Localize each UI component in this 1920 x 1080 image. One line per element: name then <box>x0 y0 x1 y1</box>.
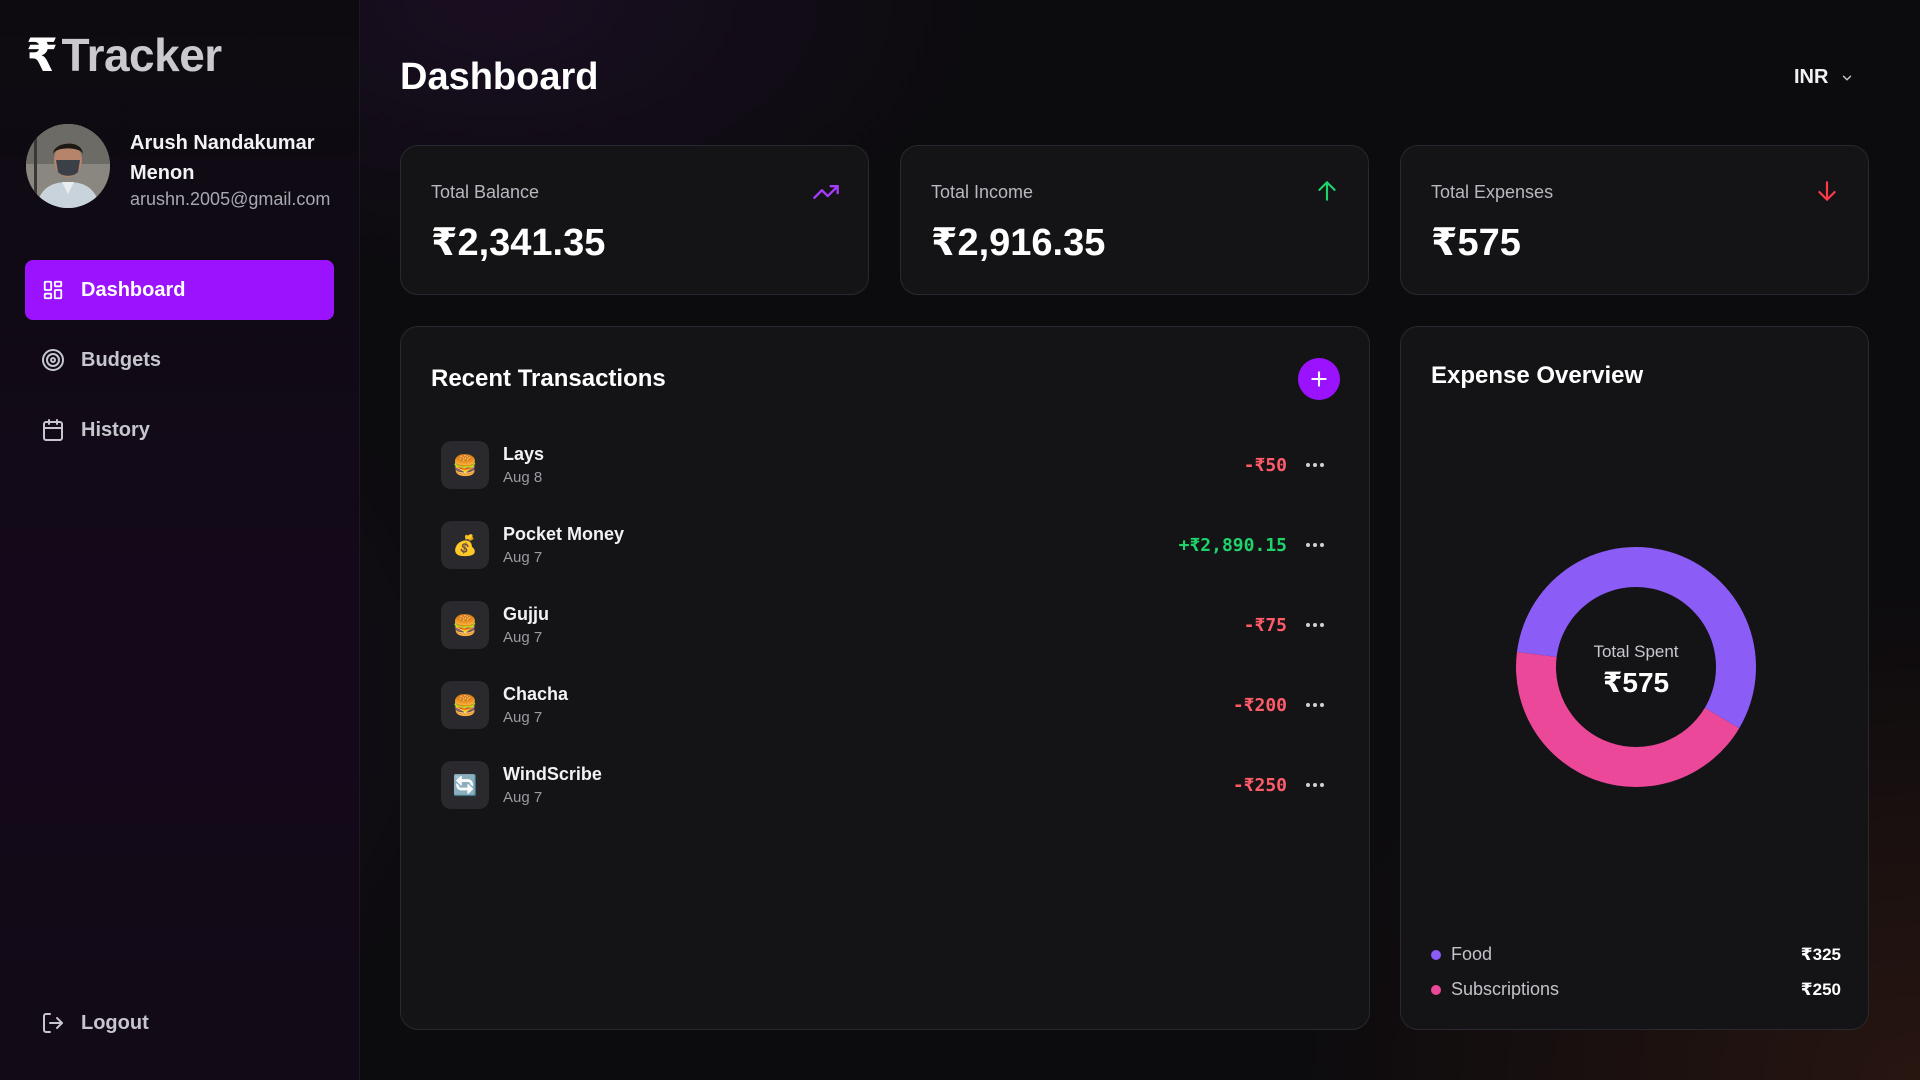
total-income-card: Total Income ₹2,916.35 <box>900 145 1369 295</box>
stat-label: Total Expenses <box>1431 182 1554 202</box>
dashboard-grid-icon <box>41 278 65 302</box>
user-profile: Arush Nandakumar Menon arushn.2005@gmail… <box>26 124 330 210</box>
sidebar-item-label: Dashboard <box>81 278 186 301</box>
stat-label: Total Balance <box>431 182 540 202</box>
sidebar-nav: Dashboard Budgets History <box>25 260 334 470</box>
more-options-icon[interactable] <box>1303 693 1327 717</box>
legend-label: Food <box>1451 944 1493 964</box>
transaction-row[interactable]: 🔄 WindScribe Aug 7 -₹250 <box>441 745 1341 825</box>
transaction-date: Aug 7 <box>503 549 543 566</box>
transaction-date: Aug 7 <box>503 789 543 806</box>
legend-dot <box>1431 949 1441 960</box>
logo-text: Tracker <box>61 29 223 81</box>
transaction-amount: -₹50 <box>1243 454 1287 476</box>
legend-item-subscriptions: Subscriptions ₹250 <box>1431 972 1841 1007</box>
donut-center-label: Total Spent <box>1593 642 1679 661</box>
transaction-row[interactable]: 🍔 Chacha Aug 7 -₹200 <box>441 665 1341 745</box>
more-options-icon[interactable] <box>1303 453 1327 477</box>
section-title: Recent Transactions <box>431 365 666 392</box>
legend-value: ₹325 <box>1800 944 1841 964</box>
app-logo[interactable]: ₹Tracker <box>26 28 222 82</box>
total-expenses-card: Total Expenses ₹575 <box>1400 145 1869 295</box>
transaction-row[interactable]: 🍔 Gujju Aug 7 -₹75 <box>441 585 1341 665</box>
logout-label: Logout <box>81 1011 149 1034</box>
transaction-row[interactable]: 💰 Pocket Money Aug 7 +₹2,890.15 <box>441 505 1341 585</box>
stat-label: Total Income <box>931 182 1034 202</box>
transaction-name: WindScribe <box>503 764 602 784</box>
sidebar-item-label: History <box>81 418 150 441</box>
transaction-date: Aug 8 <box>503 469 543 486</box>
avatar[interactable] <box>26 124 110 208</box>
transaction-amount: -₹250 <box>1232 774 1287 796</box>
legend-item-food: Food ₹325 <box>1431 937 1841 972</box>
transaction-name: Gujju <box>503 604 549 624</box>
donut-center: Total Spent ₹575 <box>1511 542 1761 792</box>
currency-value: INR <box>1794 66 1829 88</box>
more-options-icon[interactable] <box>1303 613 1327 637</box>
transaction-list: 🍔 Lays Aug 8 -₹50 💰 Pocket Money Aug 7 +… <box>441 425 1341 825</box>
transaction-amount: -₹75 <box>1243 614 1287 636</box>
logo-rupee-icon: ₹ <box>26 29 58 81</box>
sidebar: ₹Tracker Arush Nandakumar Menon arushn.2… <box>0 0 360 1080</box>
food-icon: 🍔 <box>441 441 489 489</box>
stat-value: ₹2,916.35 <box>931 222 1106 264</box>
transaction-row[interactable]: 🍔 Lays Aug 8 -₹50 <box>441 425 1341 505</box>
transaction-name: Chacha <box>503 684 569 704</box>
total-balance-card: Total Balance ₹2,341.35 <box>400 145 869 295</box>
legend-label: Subscriptions <box>1451 979 1560 999</box>
trending-up-icon <box>812 178 840 211</box>
sidebar-item-label: Budgets <box>81 348 161 371</box>
more-options-icon[interactable] <box>1303 773 1327 797</box>
sidebar-item-history[interactable]: History <box>25 400 334 460</box>
recent-transactions-card: Recent Transactions 🍔 Lays Aug 8 -₹50 💰 … <box>400 326 1370 1030</box>
sidebar-item-dashboard[interactable]: Dashboard <box>25 260 334 320</box>
food-icon: 🍔 <box>441 681 489 729</box>
arrow-down-icon <box>1814 178 1840 209</box>
calendar-icon <box>41 418 65 442</box>
arrow-up-icon <box>1314 178 1340 209</box>
add-transaction-button[interactable] <box>1298 358 1340 400</box>
logout-icon <box>41 1011 65 1035</box>
stat-value: ₹2,341.35 <box>431 222 606 264</box>
sidebar-item-budgets[interactable]: Budgets <box>25 330 334 390</box>
more-options-icon[interactable] <box>1303 533 1327 557</box>
legend-value: ₹250 <box>1800 979 1841 999</box>
food-icon: 🍔 <box>441 601 489 649</box>
page-title: Dashboard <box>400 56 599 98</box>
user-name: Arush Nandakumar Menon <box>130 132 315 184</box>
transaction-amount: +₹2,890.15 <box>1178 534 1287 556</box>
user-info: Arush Nandakumar Menon arushn.2005@gmail… <box>130 128 330 210</box>
section-title: Expense Overview <box>1431 362 1644 389</box>
transaction-amount: -₹200 <box>1232 694 1287 716</box>
user-email: arushn.2005@gmail.com <box>130 189 331 209</box>
money-bag-icon: 💰 <box>441 521 489 569</box>
donut-center-value: ₹575 <box>1602 667 1670 698</box>
plus-icon <box>1311 371 1327 387</box>
stat-value: ₹575 <box>1431 222 1521 264</box>
legend-dot <box>1431 984 1441 995</box>
transaction-name: Pocket Money <box>503 524 625 544</box>
currency-select[interactable]: INR <box>1794 66 1854 89</box>
transaction-date: Aug 7 <box>503 629 543 646</box>
transaction-name: Lays <box>503 444 545 464</box>
chevron-down-icon <box>1843 75 1852 81</box>
transaction-date: Aug 7 <box>503 709 543 726</box>
logout-button[interactable]: Logout <box>41 1011 149 1035</box>
target-icon <box>41 348 65 372</box>
expense-overview-card: Expense Overview Total Spent ₹575 Food ₹… <box>1400 326 1869 1030</box>
chart-legend: Food ₹325 Subscriptions ₹250 <box>1431 937 1841 1007</box>
subscription-icon: 🔄 <box>441 761 489 809</box>
